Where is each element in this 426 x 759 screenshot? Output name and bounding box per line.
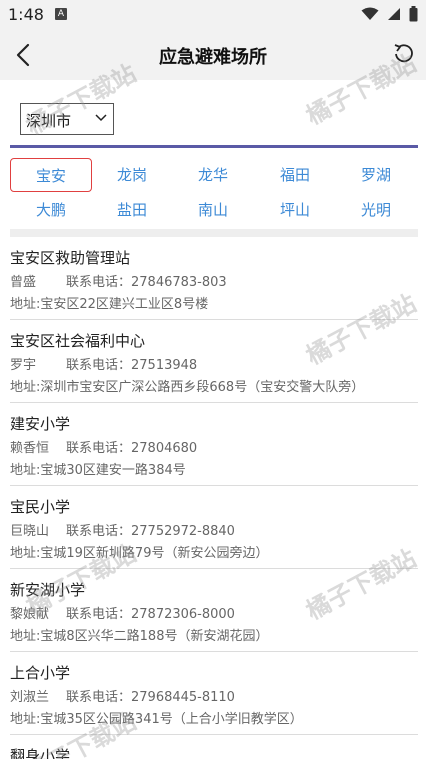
list-item[interactable]: 上合小学 刘淑兰 联系电话：27968445-8110 地址:宝城35区公园路34… xyxy=(10,652,418,735)
district-tab-futian[interactable]: 福田 xyxy=(254,158,336,192)
shelter-contact: 罗宇 联系电话：27513948 xyxy=(10,354,197,373)
shelter-address: 地址:宝城8区兴华二路188号（新安湖花园） xyxy=(10,629,269,644)
list-item[interactable]: 新安湖小学 黎娘献 联系电话：27872306-8000 地址:宝城8区兴华二路1… xyxy=(10,569,418,652)
district-tab-yantian[interactable]: 盐田 xyxy=(91,193,173,227)
district-tab-pingshan[interactable]: 坪山 xyxy=(254,193,336,227)
district-tab-baoan[interactable]: 宝安 xyxy=(10,158,92,192)
contact-phone: 联系电话：27752972-8840 xyxy=(66,524,235,539)
shelter-address: 地址:宝城35区公园路341号（上合小学旧教学区） xyxy=(10,712,303,727)
district-tab-guangming[interactable]: 光明 xyxy=(335,193,417,227)
contact-person: 罗宇 xyxy=(10,358,37,373)
wifi-icon xyxy=(361,7,379,20)
list-item[interactable]: 宝安区社会福利中心 罗宇 联系电话：27513948 地址:深圳市宝安区广深公路西… xyxy=(10,320,418,403)
contact-person: 巨晓山 xyxy=(10,524,50,539)
section-separator xyxy=(10,229,418,237)
shelter-name: 新安湖小学 xyxy=(10,581,86,599)
signal-icon xyxy=(388,8,400,20)
contact-phone: 联系电话：27872306-8000 xyxy=(66,607,235,622)
district-tab-longhua[interactable]: 龙华 xyxy=(172,158,254,192)
list-item[interactable]: 宝安区救助管理站 曾盛 联系电话：27846783-803 地址:宝安区22区建兴… xyxy=(10,237,418,320)
city-select[interactable]: 深圳市 xyxy=(20,103,114,135)
shelter-address: 地址:宝安区22区建兴工业区8号楼 xyxy=(10,297,209,312)
list-item[interactable]: 建安小学 赖香恒 联系电话：27804680 地址:宝城30区建安一路384号 xyxy=(10,403,418,486)
shelter-address: 地址:深圳市宝安区广深公路西乡段668号（宝安交警大队旁） xyxy=(10,380,365,395)
district-tab-dapeng[interactable]: 大鹏 xyxy=(10,193,92,227)
page-title: 应急避难场所 xyxy=(159,47,267,68)
shelter-contact: 赖香恒 联系电话：27804680 xyxy=(10,437,197,456)
contact-phone: 联系电话：27804680 xyxy=(66,441,198,456)
refresh-icon xyxy=(394,44,413,63)
contact-phone: 联系电话：27968445-8110 xyxy=(66,690,235,705)
district-tab-nanshan[interactable]: 南山 xyxy=(172,193,254,227)
shelter-contact: 曾盛 联系电话：27846783-803 xyxy=(10,271,227,290)
notification-icon: A xyxy=(55,8,67,20)
shelter-name: 建安小学 xyxy=(10,415,71,433)
shelter-contact: 巨晓山 联系电话：27752972-8840 xyxy=(10,520,235,539)
divider xyxy=(10,145,418,148)
shelter-name: 宝安区社会福利中心 xyxy=(10,332,146,350)
status-time: 1:48 xyxy=(8,5,44,24)
shelter-name: 宝民小学 xyxy=(10,498,71,516)
shelter-name: 上合小学 xyxy=(10,664,71,682)
contact-person: 黎娘献 xyxy=(10,607,50,622)
refresh-button[interactable] xyxy=(392,40,416,66)
status-icons xyxy=(361,6,418,22)
battery-icon xyxy=(409,6,418,22)
status-bar: 1:48 A xyxy=(0,0,426,30)
district-tab-longgang[interactable]: 龙岗 xyxy=(91,158,173,192)
contact-person: 曾盛 xyxy=(10,275,37,290)
shelter-name: 翻身小学 xyxy=(10,747,71,759)
contact-person: 赖香恒 xyxy=(10,441,50,456)
district-tab-luohu[interactable]: 罗湖 xyxy=(335,158,417,192)
list-item[interactable]: 宝民小学 巨晓山 联系电话：27752972-8840 地址:宝城19区新圳路79… xyxy=(10,486,418,569)
shelter-name: 宝安区救助管理站 xyxy=(10,249,131,267)
contact-person: 刘淑兰 xyxy=(10,690,50,705)
shelter-address: 地址:宝城30区建安一路384号 xyxy=(10,463,186,478)
shelter-address: 地址:宝城19区新圳路79号（新安公园旁边） xyxy=(10,546,269,561)
shelter-contact: 刘淑兰 联系电话：27968445-8110 xyxy=(10,686,235,705)
contact-phone: 联系电话：27846783-803 xyxy=(66,275,227,290)
contact-phone: 联系电话：27513948 xyxy=(66,358,198,373)
list-item[interactable]: 翻身小学 xyxy=(10,735,418,759)
nav-bar: 应急避难场所 xyxy=(0,30,426,80)
shelter-contact: 黎娘献 联系电话：27872306-8000 xyxy=(10,603,235,622)
city-select-value: 深圳市 xyxy=(26,112,72,130)
chevron-down-icon xyxy=(95,114,107,122)
